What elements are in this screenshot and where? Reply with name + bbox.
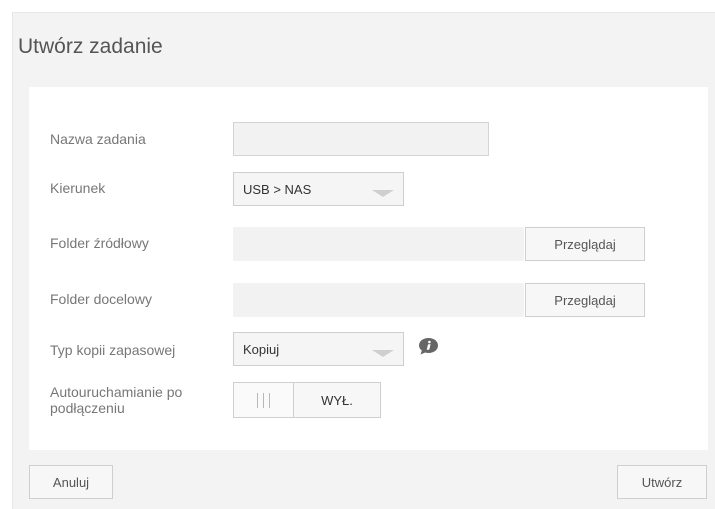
source-folder-label: Folder źródłowy <box>50 235 149 251</box>
toggle-state-label: WYŁ. <box>321 392 353 408</box>
create-button[interactable]: Utwórz <box>617 465 707 499</box>
grip-line-icon <box>263 393 264 408</box>
destination-folder-label: Folder docelowy <box>50 291 152 307</box>
grip-line-icon <box>269 393 270 408</box>
direction-select[interactable]: USB > NAS <box>233 172 404 206</box>
direction-label: Kierunek <box>50 180 106 196</box>
destination-folder-field[interactable] <box>233 283 524 317</box>
source-browse-button[interactable]: Przeglądaj <box>525 227 645 261</box>
chevron-down-icon <box>372 190 394 197</box>
job-name-label: Nazwa zadania <box>50 131 146 147</box>
info-icon[interactable] <box>418 337 439 355</box>
toggle-knob[interactable] <box>234 383 294 417</box>
source-folder-field[interactable] <box>233 227 524 261</box>
destination-browse-button[interactable]: Przeglądaj <box>525 283 645 317</box>
auto-start-toggle[interactable]: WYŁ. <box>233 382 381 418</box>
backup-type-label: Typ kopii zapasowej <box>50 342 176 358</box>
job-name-input[interactable] <box>233 122 489 156</box>
backup-type-select-value: Kopiuj <box>243 342 280 357</box>
cancel-button[interactable]: Anuluj <box>29 465 113 499</box>
direction-select-value: USB > NAS <box>243 182 312 197</box>
backup-type-select[interactable]: Kopiuj <box>233 332 404 366</box>
page-top-strip <box>0 0 715 12</box>
auto-start-label: Autouruchamianie po podłączeniu <box>50 384 183 416</box>
chevron-down-icon <box>372 350 394 357</box>
grip-line-icon <box>257 393 258 408</box>
dialog-title: Utwórz zadanie <box>18 35 163 58</box>
